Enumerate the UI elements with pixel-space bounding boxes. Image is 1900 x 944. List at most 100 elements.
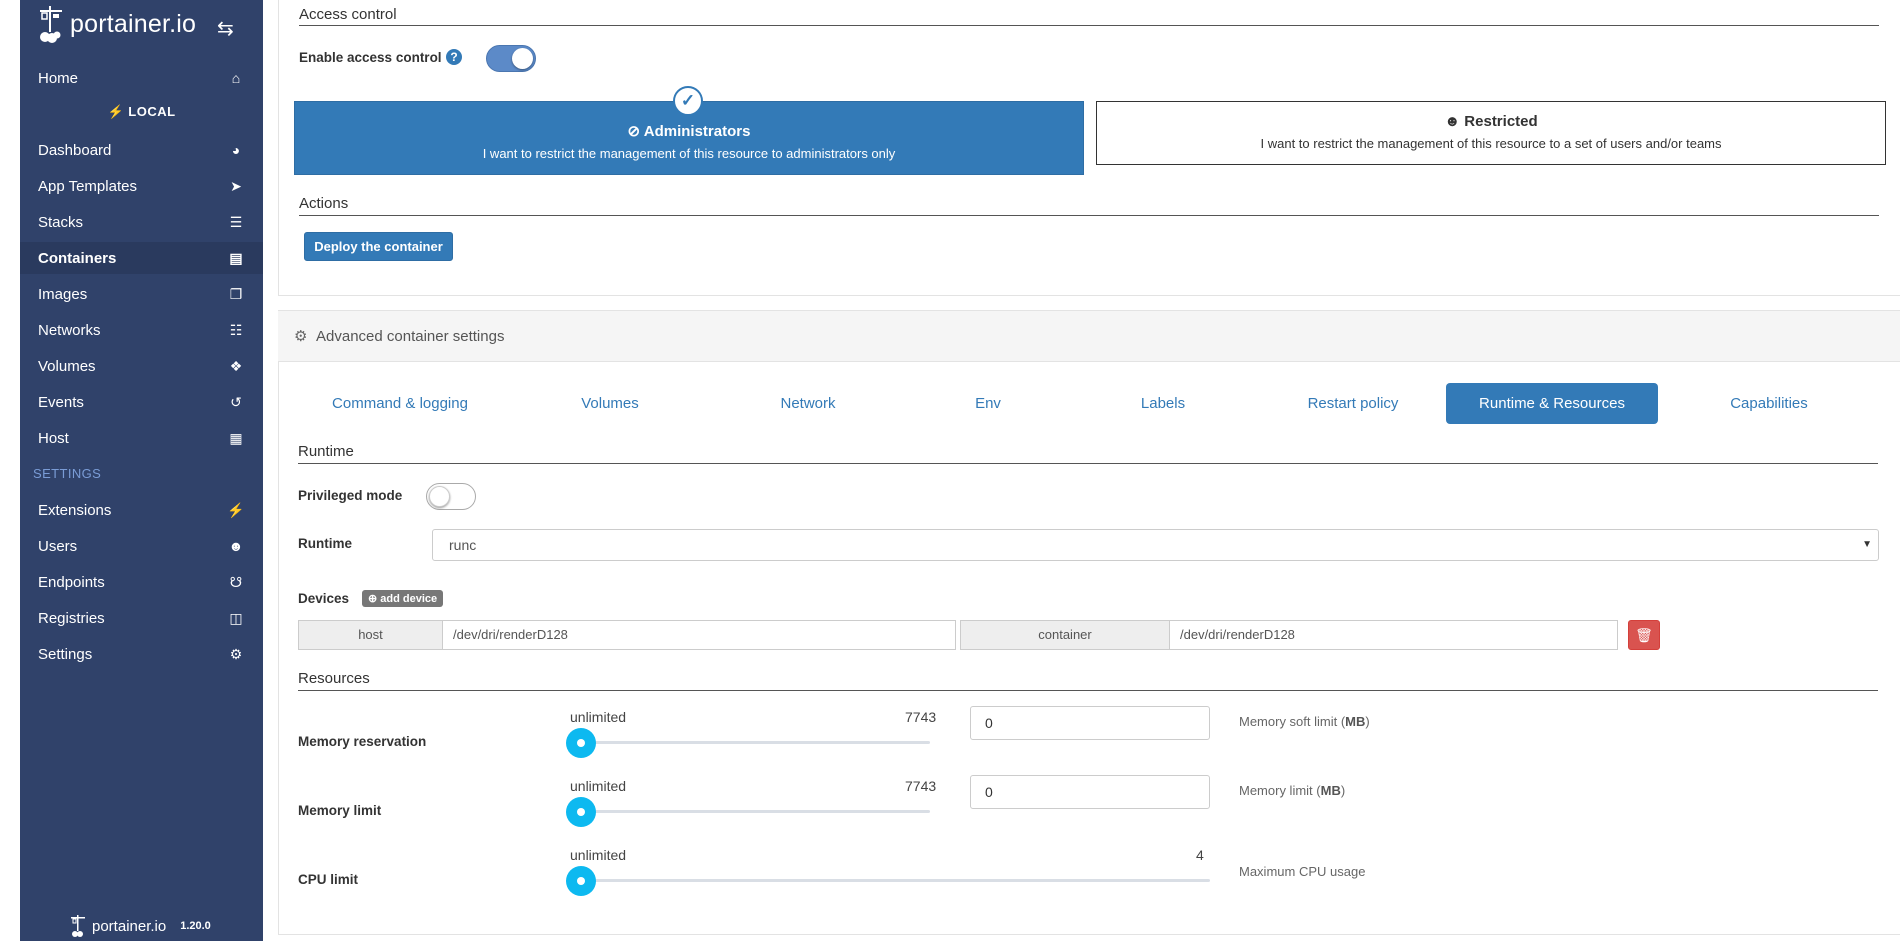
privileged-mode-label: Privileged mode [298,488,403,503]
tab-capabilities[interactable]: Capabilities [1694,383,1844,424]
cogs-icon: ⚙ [229,645,243,662]
add-device-button[interactable]: ⊕ add device [362,590,444,607]
section-divider [298,463,1878,464]
container-addon: container [960,620,1170,650]
tab-env[interactable]: Env [928,383,1048,424]
sidebar-item-registries[interactable]: Registries ◫ [38,602,245,634]
tab-runtime-resources[interactable]: Runtime & Resources [1446,383,1658,424]
memory-limit-label: Memory limit [298,803,382,818]
sidebar-item-settings[interactable]: Settings ⚙ [38,638,245,670]
memory-limit-slider[interactable] [570,810,930,813]
version-label: 1.20.0 [180,920,211,932]
portainer-crane-icon [40,6,62,43]
sidebar-item-label: Users [38,537,78,555]
sidebar-item-endpoints[interactable]: Endpoints ☋ [38,566,245,598]
memory-limit-max: 7743 [905,778,937,794]
history-icon: ↺ [230,393,242,410]
sidebar: portainer.io ⇆ Home ⌂ ⚡ LOCAL Dashboard … [20,0,263,941]
memory-reservation-min: unlimited [570,709,627,725]
sidebar-item-images[interactable]: Images ❐ [38,278,245,310]
users-icon: ☻ [1444,113,1461,130]
memory-limit-input[interactable]: 0 [970,775,1210,809]
sidebar-item-label: Networks [38,321,101,339]
memory-reservation-hint: Memory soft limit (MB) [1239,714,1370,729]
plug-icon: ⚡ [107,104,125,119]
restricted-description: I want to restrict the management of thi… [1260,136,1722,151]
memory-reservation-label: Memory reservation [298,734,427,749]
sidebar-item-label: Extensions [38,501,112,519]
eye-slash-icon: ⊘ [627,123,641,140]
swap-endpoint-icon[interactable]: ⇆ [217,16,234,41]
check-icon: ✓ [673,86,703,116]
privileged-mode-toggle[interactable] [426,483,476,510]
memory-reservation-max: 7743 [905,709,937,725]
sidebar-item-label: Images [38,285,88,303]
sidebar-item-label: Settings [38,645,93,663]
tab-network[interactable]: Network [748,383,868,424]
sidebar-item-volumes[interactable]: Volumes ❖ [38,350,245,382]
tab-labels[interactable]: Labels [1103,383,1223,424]
host-path-input[interactable]: /dev/dri/renderD128 [442,620,956,650]
sidebar-item-extensions[interactable]: Extensions ⚡ [38,494,245,526]
memory-reservation-slider-handle[interactable] [566,728,596,758]
advanced-settings-title: Advanced container settings [316,328,505,345]
cpu-limit-slider-handle[interactable] [566,866,596,896]
sidebar-item-label: Endpoints [38,573,105,591]
portainer-logo[interactable]: portainer.io [38,4,196,44]
devices-label: Devices [298,591,350,606]
sitemap-icon: ☷ [229,321,243,338]
sidebar-item-label: Events [38,393,84,411]
cpu-limit-slider[interactable] [570,879,1210,882]
help-icon[interactable]: ? [446,49,462,65]
access-control-toggle[interactable] [486,45,536,72]
sidebar-item-networks[interactable]: Networks ☷ [38,314,245,346]
th-list-icon: ☰ [229,213,243,230]
th-icon: ▦ [229,429,243,446]
tab-volumes[interactable]: Volumes [550,383,670,424]
sidebar-item-label: Registries [38,609,105,627]
tachometer-icon: ◕ [231,142,241,158]
deploy-container-button[interactable]: Deploy the container [304,232,453,261]
database-icon: ◫ [229,609,243,626]
sidebar-item-containers[interactable]: Containers ▤ [20,242,263,274]
cubes-icon: ❖ [229,357,243,374]
sidebar-item-home[interactable]: Home ⌂ [38,62,245,94]
restricted-option[interactable]: ☻ Restricted I want to restrict the mana… [1096,101,1886,165]
sidebar-item-events[interactable]: Events ↺ [38,386,245,418]
sidebar-item-label: Host [38,429,69,447]
endpoint-name: ⚡ LOCAL [107,104,176,119]
remove-device-button[interactable]: 🗑 [1628,620,1660,650]
brand-name: portainer.io [70,9,197,38]
access-control-title: Access control [299,6,397,23]
sidebar-item-app-templates[interactable]: App Templates ➤ [38,170,245,202]
tab-command-logging[interactable]: Command & logging [320,383,480,424]
portainer-crane-icon [71,915,85,937]
container-path-input[interactable]: /dev/dri/renderD128 [1169,620,1618,650]
bolt-icon: ⚡ [227,501,245,518]
users-icon: ☻ [228,538,244,554]
section-divider [299,215,1879,216]
runtime-title: Runtime [298,443,354,460]
sidebar-item-label: Containers [38,249,117,267]
memory-limit-slider-handle[interactable] [566,797,596,827]
memory-reservation-slider[interactable] [570,741,930,744]
section-divider [298,690,1878,691]
sidebar-item-dashboard[interactable]: Dashboard ◕ [38,134,245,166]
trash-icon: 🗑 [1635,627,1653,643]
main-content: Access control Enable access control ? ⊘… [278,0,1900,944]
settings-heading: SETTINGS [33,466,102,481]
sidebar-item-host[interactable]: Host ▦ [38,422,245,454]
administrators-description: I want to restrict the management of thi… [482,146,896,161]
tab-restart-policy[interactable]: Restart policy [1278,383,1428,424]
sidebar-item-users[interactable]: Users ☻ [38,530,245,562]
footer-brand: portainer.io [92,917,167,935]
host-addon: host [298,620,443,650]
cog-icon: ⚙ [294,328,308,345]
sidebar-item-stacks[interactable]: Stacks ☰ [38,206,245,238]
runtime-select[interactable]: runc ▼ [432,529,1879,561]
memory-reservation-input[interactable]: 0 [970,706,1210,740]
advanced-settings-header: ⚙ Advanced container settings [278,310,1900,362]
sidebar-item-label: App Templates [38,177,137,195]
sidebar-item-label: Stacks [38,213,84,231]
plus-circle-icon: ⊕ [368,593,378,605]
